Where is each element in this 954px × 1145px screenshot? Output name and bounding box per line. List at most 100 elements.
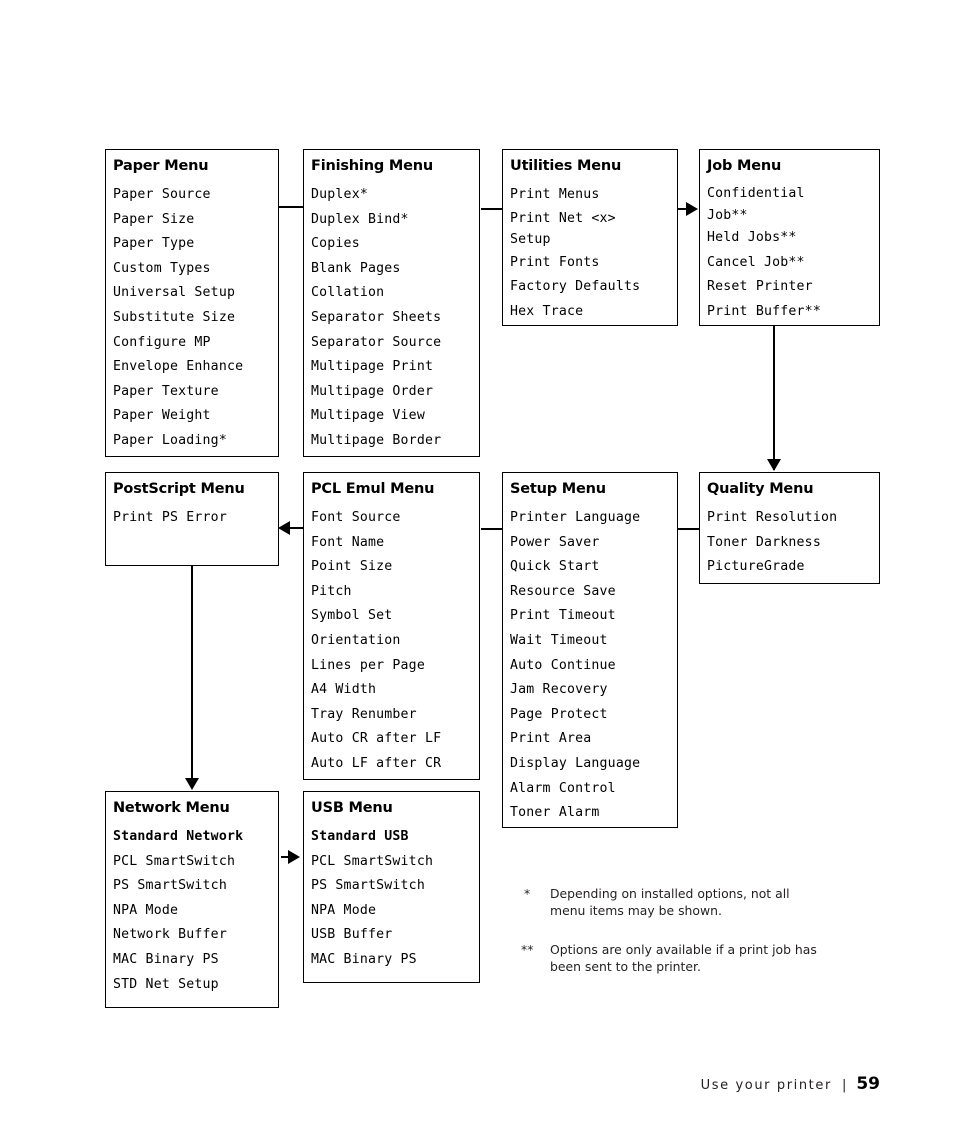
menu-item[interactable]: Lines per Page bbox=[311, 654, 479, 679]
menu-item[interactable]: Reset Printer bbox=[707, 275, 879, 300]
menu-item[interactable]: Pitch bbox=[311, 580, 479, 605]
arrowhead-right-job bbox=[686, 202, 698, 216]
menu-item[interactable]: Print Timeout bbox=[510, 604, 677, 629]
menu-item[interactable]: Auto LF after CR bbox=[311, 752, 479, 777]
menu-item[interactable]: Font Source bbox=[311, 506, 479, 531]
menu-item[interactable]: Orientation bbox=[311, 629, 479, 654]
menu-item[interactable]: Print Area bbox=[510, 727, 677, 752]
menu-item[interactable]: Alarm Control bbox=[510, 777, 677, 802]
utilities-menu-title: Utilities Menu bbox=[510, 158, 622, 174]
connector-finishing-to-utilities bbox=[481, 208, 503, 210]
footnote-mark: * bbox=[524, 886, 531, 901]
menu-item[interactable]: Quick Start bbox=[510, 555, 677, 580]
pcl-emul-menu-box: PCL Emul Menu Font Source Font Name Poin… bbox=[303, 472, 480, 780]
menu-item[interactable]: Print Buffer** bbox=[707, 300, 879, 325]
menu-item[interactable]: Wait Timeout bbox=[510, 629, 677, 654]
paper-menu-title: Paper Menu bbox=[113, 158, 209, 174]
menu-item[interactable]: Print Menus bbox=[510, 183, 677, 208]
menu-item[interactable]: Factory Defaults bbox=[510, 275, 677, 300]
menu-item[interactable]: Print Net <x> Setup bbox=[510, 208, 677, 251]
menu-item[interactable]: Copies bbox=[311, 232, 479, 257]
footnotes: * Depending on installed options, not al… bbox=[521, 885, 824, 997]
menu-item[interactable]: Paper Loading* bbox=[113, 429, 278, 454]
job-menu-box: Job Menu Confidential Job** Held Jobs** … bbox=[699, 149, 880, 326]
menu-item[interactable]: Custom Types bbox=[113, 257, 278, 282]
connector-job-to-quality bbox=[773, 325, 775, 470]
footer-separator: | bbox=[841, 1078, 847, 1093]
page-number: 59 bbox=[856, 1074, 880, 1094]
menu-item[interactable]: Paper Weight bbox=[113, 404, 278, 429]
menu-item[interactable]: A4 Width bbox=[311, 678, 479, 703]
arrowhead-left-postscript bbox=[278, 521, 290, 535]
menu-item[interactable]: USB Buffer bbox=[311, 923, 479, 948]
postscript-menu-title: PostScript Menu bbox=[113, 481, 245, 497]
menu-item[interactable]: PCL SmartSwitch bbox=[311, 850, 479, 875]
arrowhead-down-network bbox=[185, 778, 199, 790]
menu-item[interactable]: Symbol Set bbox=[311, 604, 479, 629]
menu-item[interactable]: Network Buffer bbox=[113, 923, 278, 948]
job-menu-title: Job Menu bbox=[707, 158, 782, 174]
menu-item[interactable]: MAC Binary PS bbox=[113, 948, 278, 973]
menu-item[interactable]: NPA Mode bbox=[113, 899, 278, 924]
menu-item[interactable]: Page Protect bbox=[510, 703, 677, 728]
menu-item[interactable]: Display Language bbox=[510, 752, 677, 777]
menu-item[interactable]: Paper Texture bbox=[113, 380, 278, 405]
pcl-emul-menu-title: PCL Emul Menu bbox=[311, 481, 435, 497]
menu-item[interactable]: Multipage Print bbox=[311, 355, 479, 380]
menu-item[interactable]: Jam Recovery bbox=[510, 678, 677, 703]
menu-item[interactable]: Collation bbox=[311, 281, 479, 306]
menu-item[interactable]: Toner Darkness bbox=[707, 531, 879, 556]
menu-item[interactable]: Paper Size bbox=[113, 208, 278, 233]
menu-item[interactable]: Separator Source bbox=[311, 331, 479, 356]
menu-item[interactable]: Auto Continue bbox=[510, 654, 677, 679]
footnote-mark: ** bbox=[521, 942, 534, 957]
menu-item[interactable]: Substitute Size bbox=[113, 306, 278, 331]
footnote-single-asterisk: * Depending on installed options, not al… bbox=[524, 885, 824, 919]
menu-map-page: Paper Menu Paper Source Paper Size Paper… bbox=[0, 0, 954, 1145]
menu-item[interactable]: Configure MP bbox=[113, 331, 278, 356]
menu-item[interactable]: Printer Language bbox=[510, 506, 677, 531]
menu-item[interactable]: Auto CR after LF bbox=[311, 727, 479, 752]
menu-item[interactable]: Universal Setup bbox=[113, 281, 278, 306]
footnote-text: Options are only available if a print jo… bbox=[550, 942, 817, 974]
menu-item[interactable]: PictureGrade bbox=[707, 555, 879, 580]
usb-menu-box: USB Menu Standard USB PCL SmartSwitch PS… bbox=[303, 791, 480, 983]
menu-item[interactable]: Multipage Order bbox=[311, 380, 479, 405]
connector-paper-to-finishing bbox=[276, 206, 304, 208]
menu-item[interactable]: Print PS Error bbox=[113, 506, 278, 531]
setup-menu-box: Setup Menu Printer Language Power Saver … bbox=[502, 472, 678, 828]
menu-item[interactable]: Held Jobs** bbox=[707, 226, 879, 251]
menu-item[interactable]: Duplex* bbox=[311, 183, 479, 208]
usb-menu-subhead: Standard USB bbox=[311, 829, 409, 844]
menu-item[interactable]: PS SmartSwitch bbox=[311, 874, 479, 899]
menu-item[interactable]: PCL SmartSwitch bbox=[113, 850, 278, 875]
menu-item[interactable]: Multipage View bbox=[311, 404, 479, 429]
menu-item[interactable]: Hex Trace bbox=[510, 300, 677, 325]
postscript-menu-box: PostScript Menu Print PS Error bbox=[105, 472, 279, 566]
menu-item[interactable]: Multipage Border bbox=[311, 429, 479, 454]
menu-item[interactable]: Cancel Job** bbox=[707, 251, 879, 276]
menu-item[interactable]: Confidential Job** bbox=[707, 183, 879, 226]
menu-item[interactable]: Print Fonts bbox=[510, 251, 677, 276]
menu-item[interactable]: Power Saver bbox=[510, 531, 677, 556]
menu-item[interactable]: Envelope Enhance bbox=[113, 355, 278, 380]
menu-item[interactable]: Toner Alarm bbox=[510, 801, 677, 826]
menu-item[interactable]: Point Size bbox=[311, 555, 479, 580]
menu-item[interactable]: Paper Source bbox=[113, 183, 278, 208]
menu-item[interactable]: PS SmartSwitch bbox=[113, 874, 278, 899]
menu-item[interactable]: Blank Pages bbox=[311, 257, 479, 282]
menu-item[interactable]: STD Net Setup bbox=[113, 973, 278, 998]
menu-item[interactable]: Separator Sheets bbox=[311, 306, 479, 331]
menu-item[interactable]: MAC Binary PS bbox=[311, 948, 479, 973]
menu-item[interactable]: Font Name bbox=[311, 531, 479, 556]
menu-item[interactable]: Resource Save bbox=[510, 580, 677, 605]
usb-menu-title: USB Menu bbox=[311, 800, 393, 816]
menu-item[interactable]: Duplex Bind* bbox=[311, 208, 479, 233]
menu-item[interactable]: Print Resolution bbox=[707, 506, 879, 531]
page-footer: Use your printer | 59 bbox=[701, 1074, 880, 1094]
menu-item[interactable]: NPA Mode bbox=[311, 899, 479, 924]
menu-item[interactable]: Tray Renumber bbox=[311, 703, 479, 728]
footer-section-label: Use your printer bbox=[700, 1078, 832, 1093]
utilities-menu-box: Utilities Menu Print Menus Print Net <x>… bbox=[502, 149, 678, 326]
menu-item[interactable]: Paper Type bbox=[113, 232, 278, 257]
